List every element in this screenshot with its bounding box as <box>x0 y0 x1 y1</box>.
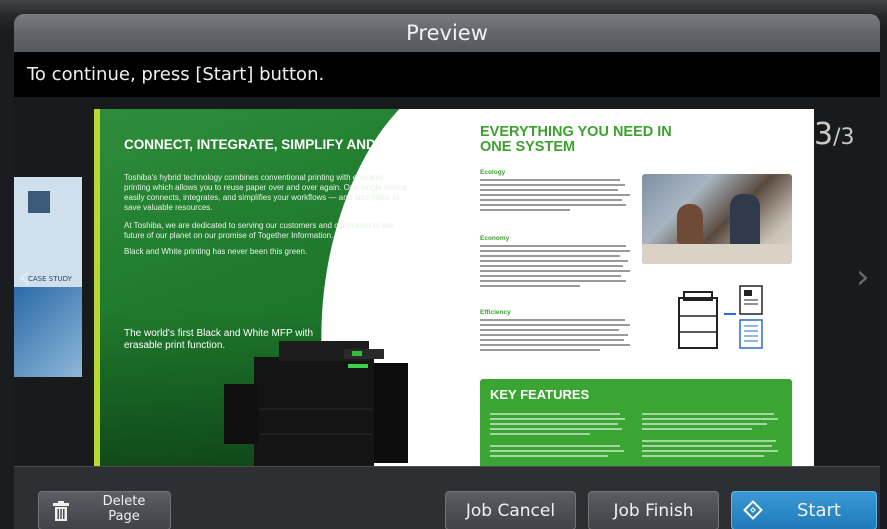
section-body <box>480 245 630 290</box>
window-title: Preview <box>406 21 488 45</box>
trash-icon <box>53 501 69 521</box>
start-button[interactable]: Start <box>731 491 877 529</box>
left-page-paragraph: Toshiba's hybrid technology combines con… <box>124 173 408 212</box>
preview-screen: Preview To continue, press [Start] butto… <box>14 14 880 529</box>
section-body <box>480 319 630 354</box>
prev-page-graphic <box>14 287 82 377</box>
left-page-paragraph: At Toshiba, we are dedicated to serving … <box>124 221 394 240</box>
key-features-list <box>490 413 630 460</box>
delete-page-label: Delete Page <box>102 494 146 524</box>
document-page: CONNECT, INTEGRATE, SIMPLIFY AND REUSE T… <box>94 109 814 466</box>
job-finish-button[interactable]: Job Finish <box>588 491 719 529</box>
key-features-list <box>642 413 782 460</box>
right-page-title: EVERYTHING YOU NEED IN ONE SYSTEM <box>480 124 672 155</box>
chevron-left-icon[interactable]: ‹ <box>18 257 32 297</box>
printer-image <box>224 341 408 466</box>
job-cancel-button[interactable]: Job Cancel <box>445 491 576 529</box>
start-label: Start <box>797 500 841 521</box>
page-total: /3 <box>833 125 855 150</box>
key-features-title: KEY FEATURES <box>490 387 590 402</box>
mfp-diagram-icon <box>678 285 763 349</box>
section-heading-economy: Economy <box>480 235 510 242</box>
brochure-left-page: CONNECT, INTEGRATE, SIMPLIFY AND REUSE T… <box>94 109 454 466</box>
job-finish-label: Job Finish <box>613 500 694 521</box>
page-current: 3 <box>814 117 834 152</box>
left-page-paragraph: Black and White printing has never been … <box>124 247 308 256</box>
qr-code <box>28 191 50 213</box>
section-heading-efficiency: Efficiency <box>480 309 511 316</box>
preview-area[interactable]: CASE STUDY ‹ CONNECT, INTEGRATE, SIMPLIF… <box>14 97 880 466</box>
key-features-box: KEY FEATURES <box>480 379 792 466</box>
section-heading-ecology: Ecology <box>480 169 506 176</box>
office-photo <box>642 174 792 264</box>
delete-page-button[interactable]: Delete Page <box>38 491 171 529</box>
chevron-right-icon[interactable]: › <box>856 257 870 297</box>
left-page-title: CONNECT, INTEGRATE, SIMPLIFY AND REUSE <box>124 137 427 152</box>
action-bar: Delete Page Job Cancel Job Finish Start <box>14 466 880 529</box>
job-cancel-label: Job Cancel <box>465 500 556 521</box>
start-diamond-icon <box>743 500 763 520</box>
page-edge-strip <box>94 109 100 466</box>
section-body <box>480 179 630 214</box>
instruction-bar: To continue, press [Start] button. <box>14 52 880 97</box>
brochure-right-page: EVERYTHING YOU NEED IN ONE SYSTEM Ecolog… <box>454 109 814 466</box>
title-bar: Preview <box>14 14 880 52</box>
instruction-text: To continue, press [Start] button. <box>27 64 325 85</box>
page-counter: 3/3 <box>814 117 855 152</box>
prev-page-label: CASE STUDY <box>28 275 72 283</box>
